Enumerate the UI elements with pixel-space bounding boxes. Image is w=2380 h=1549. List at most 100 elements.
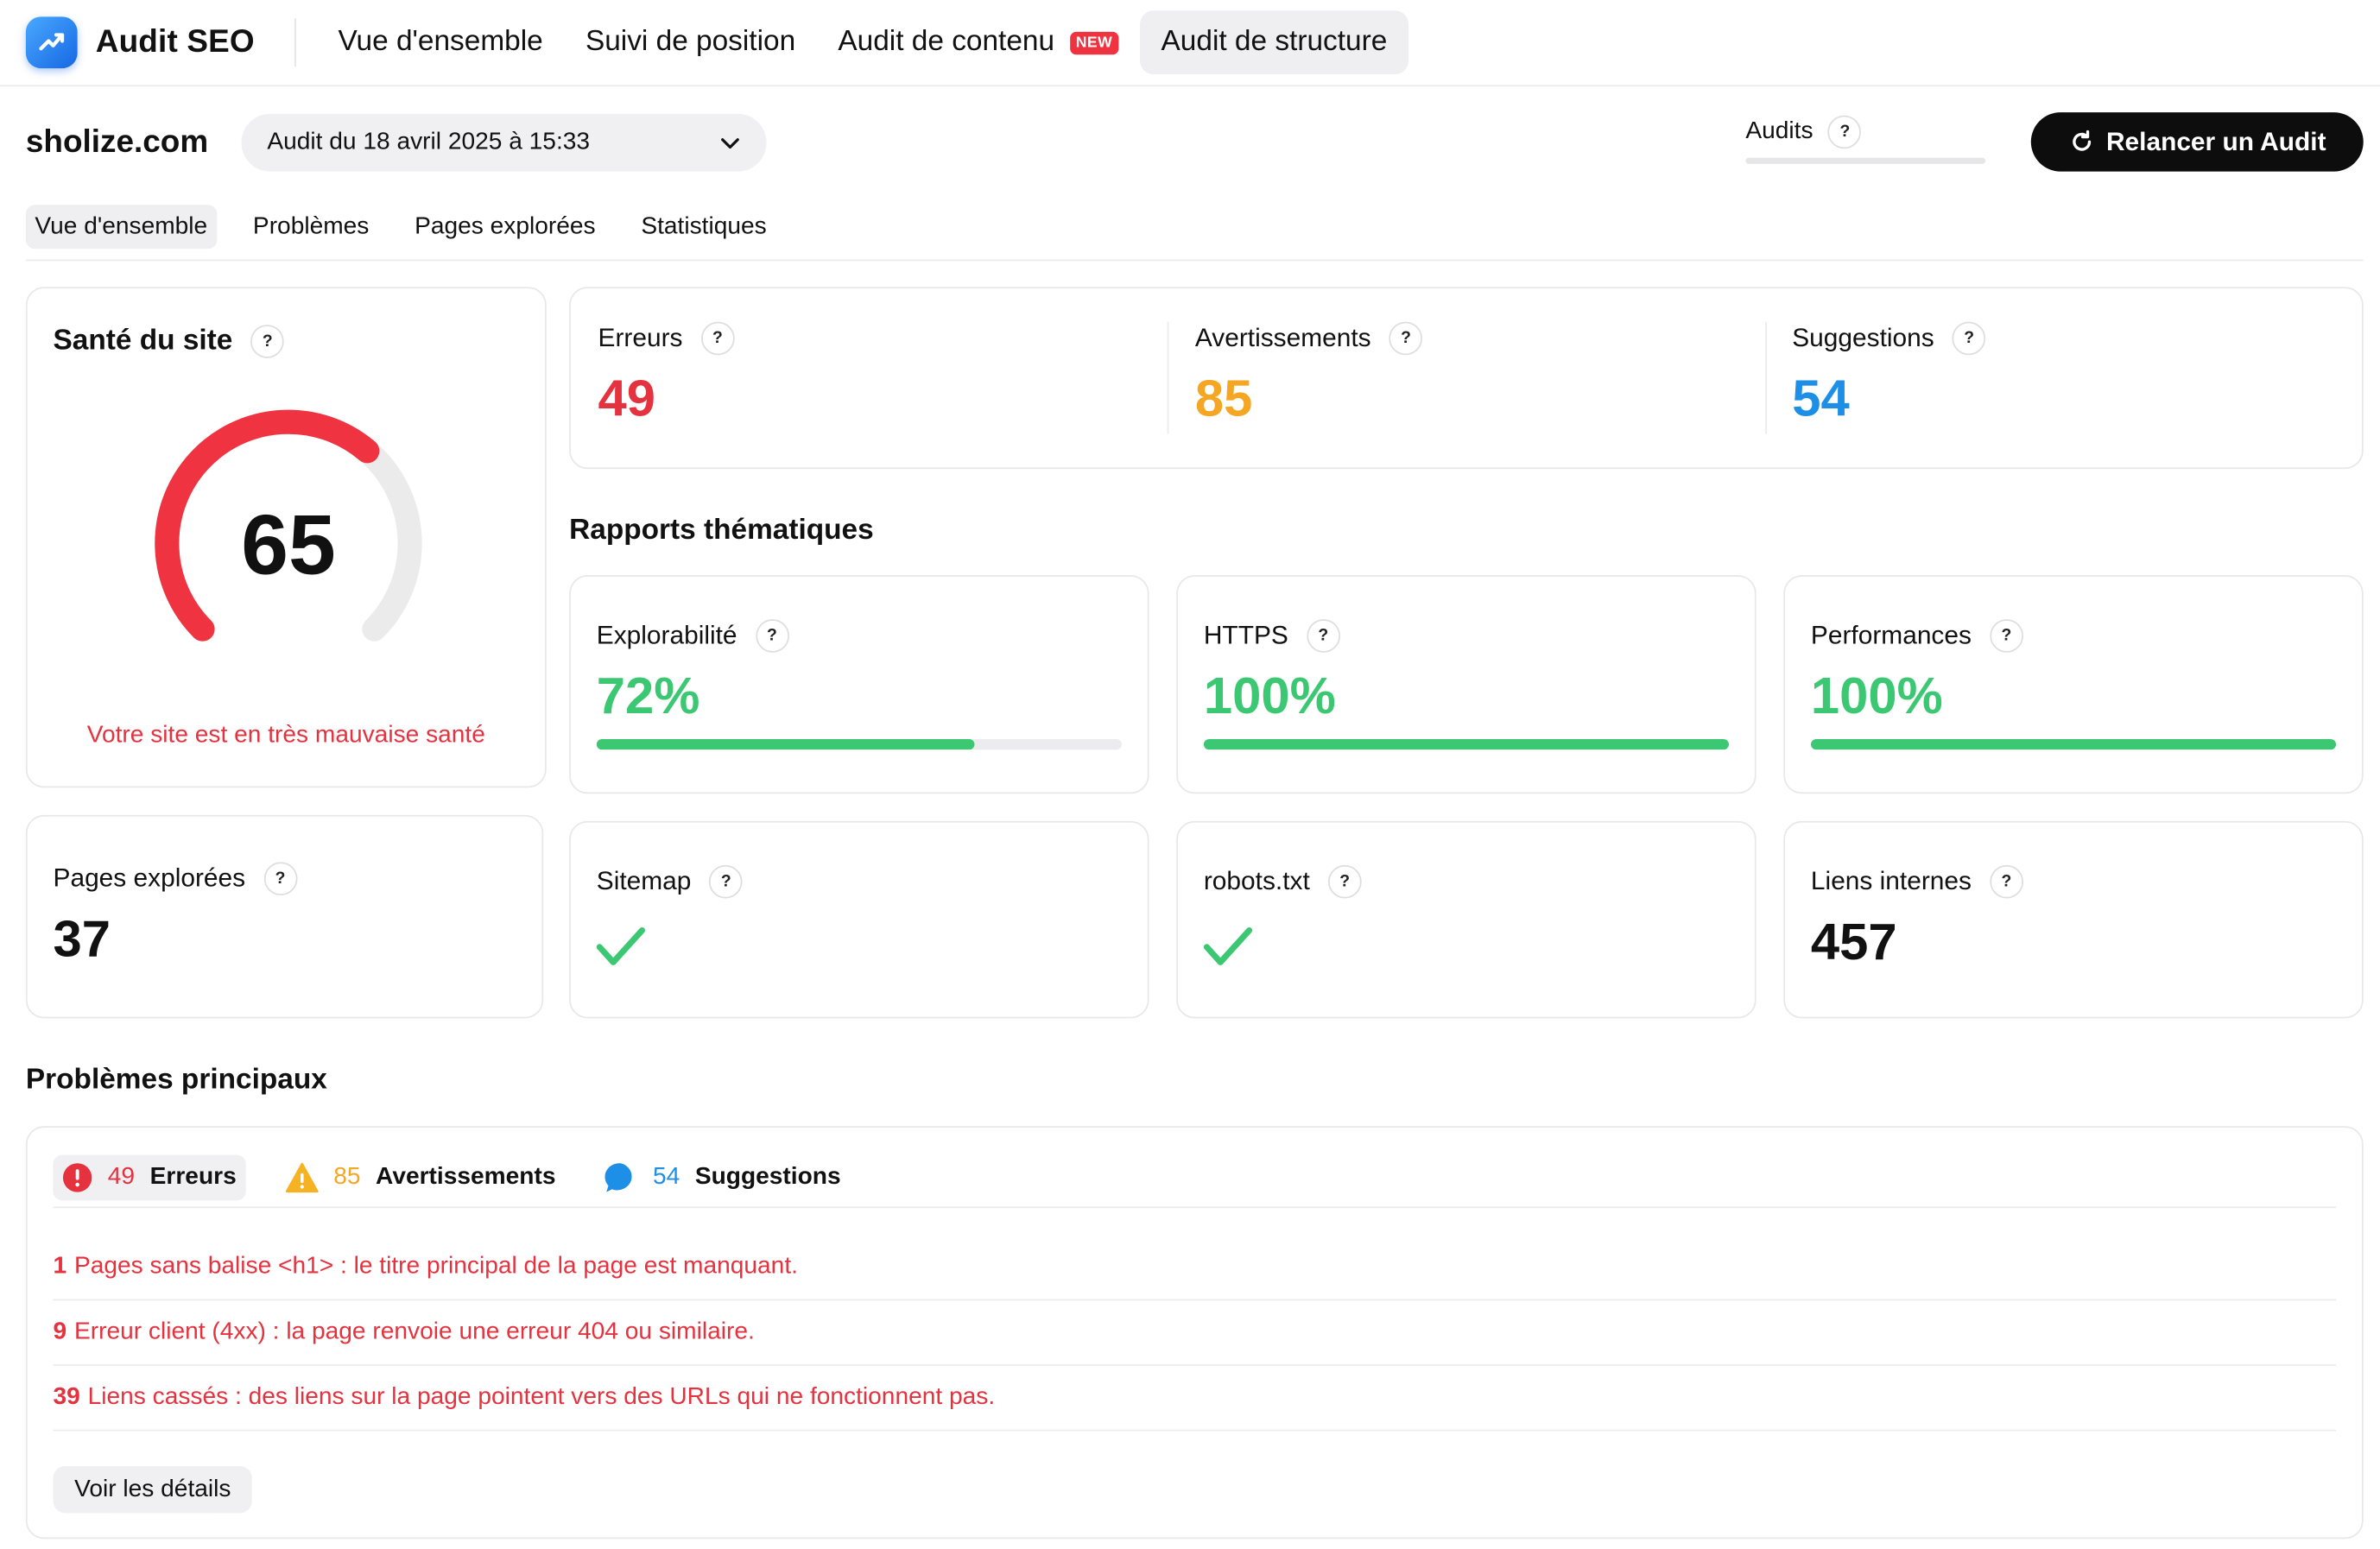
site-health-title: Santé du site (53, 325, 233, 357)
tab-statistics[interactable]: Statistiques (632, 205, 775, 249)
help-icon[interactable]: ? (1952, 321, 1986, 356)
brand[interactable]: Audit SEO (25, 16, 296, 69)
error-icon (62, 1163, 92, 1192)
https-card[interactable]: HTTPS? 100% (1176, 575, 1757, 794)
health-status-text: Votre site est en très mauvaise santé (86, 722, 485, 749)
help-icon[interactable]: ? (1306, 619, 1340, 653)
relaunch-audit-button[interactable]: Relancer un Audit (2030, 112, 2364, 172)
suggestions-tab-label: Suggestions (694, 1164, 841, 1191)
help-icon[interactable]: ? (1990, 619, 2023, 653)
errors-tab-label: Erreurs (149, 1164, 237, 1191)
thematic-reports-title: Rapports thématiques (569, 514, 874, 547)
nav-item-overview[interactable]: Vue d'ensemble (317, 10, 564, 74)
pages-explored-label: Pages explorées (53, 863, 246, 893)
tab-problems[interactable]: Problèmes (244, 205, 378, 249)
nav-item-label: Audit de structure (1161, 25, 1388, 58)
nav-item-label: Suivi de position (585, 25, 796, 58)
tab-suggestions[interactable]: 54 Suggestions (595, 1155, 850, 1201)
top-navigation: Audit SEO Vue d'ensemble Suivi de positi… (0, 0, 2380, 87)
errors-stat[interactable]: Erreurs? 49 (571, 288, 1168, 467)
new-badge: NEW (1069, 31, 1119, 54)
suggestions-count: 54 (652, 1164, 680, 1191)
robots-card[interactable]: robots.txt? (1176, 820, 1757, 1019)
errors-value: 49 (598, 370, 656, 428)
tab-errors[interactable]: 49 Erreurs (53, 1154, 246, 1201)
help-icon[interactable]: ? (250, 325, 285, 358)
issue-list: 1 Pages sans balise <h1> : le titre prin… (53, 1236, 2337, 1432)
refresh-icon (2072, 130, 2091, 151)
suggestions-value: 54 (1792, 370, 1850, 428)
health-gauge: 65 (152, 407, 425, 680)
progress-fill (1810, 738, 2337, 750)
help-icon[interactable]: ? (709, 864, 744, 899)
audit-date-select[interactable]: Audit du 18 avril 2025 à 15:33 (241, 113, 767, 172)
issue-row[interactable]: 9 Erreur client (4xx) : la page renvoie … (53, 1300, 2337, 1366)
warnings-tab-label: Avertissements (376, 1164, 556, 1191)
issue-row[interactable]: 1 Pages sans balise <h1> : le titre prin… (53, 1236, 2337, 1301)
check-icon (1203, 926, 1253, 965)
theme-value: 100% (1810, 667, 1943, 726)
nav-items: Vue d'ensemble Suivi de position Audit d… (317, 10, 1408, 75)
audits-control[interactable]: Audits ? (1745, 115, 1988, 164)
issue-text: Liens cassés : des liens sur la page poi… (87, 1384, 996, 1410)
progress-fill (1203, 738, 1730, 750)
help-icon[interactable]: ? (1327, 864, 1362, 899)
errors-label: Erreurs (598, 323, 683, 352)
audit-select-value: Audit du 18 avril 2025 à 15:33 (267, 129, 591, 155)
brand-name: Audit SEO (95, 24, 255, 60)
internal-links-value: 457 (1810, 914, 1897, 971)
tab-overview[interactable]: Vue d'ensemble (25, 205, 217, 250)
nav-item-position-tracking[interactable]: Suivi de position (564, 10, 816, 74)
nav-item-structure-audit[interactable]: Audit de structure (1139, 10, 1408, 75)
audits-label: Audits (1745, 118, 1813, 144)
suggestions-label: Suggestions (1792, 323, 1934, 352)
progress-bar (1810, 738, 2337, 750)
theme-value: 72% (596, 667, 700, 726)
theme-value: 100% (1203, 667, 1336, 726)
crawlability-card[interactable]: Explorabilité? 72% (569, 575, 1149, 794)
help-icon[interactable]: ? (1990, 864, 2023, 899)
audit-header: sholize.com Audit du 18 avril 2025 à 15:… (26, 112, 2365, 173)
issue-row[interactable]: 39 Liens cassés : des liens sur la page … (53, 1366, 2337, 1432)
tab-warnings[interactable]: 85 Avertissements (275, 1155, 565, 1201)
issue-stats-card: Erreurs? 49 Avertissements? 85 Suggestio… (569, 287, 2364, 470)
help-icon[interactable]: ? (700, 321, 735, 356)
warnings-stat[interactable]: Avertissements? 85 (1168, 288, 1764, 467)
check-icon (596, 926, 646, 965)
internal-links-card[interactable]: Liens internes? 457 (1783, 820, 2364, 1019)
nav-item-label: Vue d'ensemble (338, 25, 543, 58)
nav-item-content-audit[interactable]: Audit de contenu NEW (817, 10, 1140, 74)
problem-tabs: 49 Erreurs 85 Avertissements 54 Suggesti… (53, 1154, 2337, 1209)
nav-item-label: Audit de contenu (838, 25, 1055, 58)
pages-explored-card[interactable]: Pages explorées? 37 (25, 814, 544, 1019)
help-icon[interactable]: ? (1828, 115, 1862, 149)
help-icon[interactable]: ? (263, 862, 297, 896)
progress-bar (1203, 738, 1730, 750)
performance-card[interactable]: Performances? 100% (1783, 575, 2364, 794)
help-icon[interactable]: ? (755, 619, 789, 653)
section-tabs: Vue d'ensemble Problèmes Pages explorées… (25, 205, 2364, 262)
progress-bar (596, 738, 1122, 750)
warnings-value: 85 (1194, 370, 1253, 428)
theme-label: HTTPS (1203, 620, 1288, 650)
trend-up-icon (25, 16, 78, 69)
issue-count: 9 (53, 1318, 67, 1345)
main-problems-card: 49 Erreurs 85 Avertissements 54 Suggesti… (25, 1126, 2364, 1540)
sitemap-card[interactable]: Sitemap? (569, 820, 1149, 1019)
progress-fill (596, 738, 975, 750)
suggestions-stat[interactable]: Suggestions? 54 (1764, 288, 2362, 467)
view-details-button[interactable]: Voir les détails (53, 1465, 253, 1514)
site-health-card: Santé du site ? 65 Votre site est en trè… (25, 287, 547, 788)
site-name: sholize.com (25, 124, 209, 160)
audit-seo-page: Audit SEO Vue d'ensemble Suivi de positi… (0, 0, 2380, 1549)
errors-count: 49 (107, 1164, 136, 1191)
tab-pages-explored[interactable]: Pages explorées (406, 205, 605, 249)
issue-text: Pages sans balise <h1> : le titre princi… (73, 1253, 798, 1280)
help-icon[interactable]: ? (1389, 321, 1423, 356)
warnings-count: 85 (333, 1164, 361, 1191)
robots-label: robots.txt (1203, 866, 1310, 896)
warning-icon (285, 1162, 319, 1193)
audits-bar (1745, 157, 1986, 164)
internal-links-label: Liens internes (1810, 866, 1972, 896)
sitemap-label: Sitemap (596, 866, 692, 896)
